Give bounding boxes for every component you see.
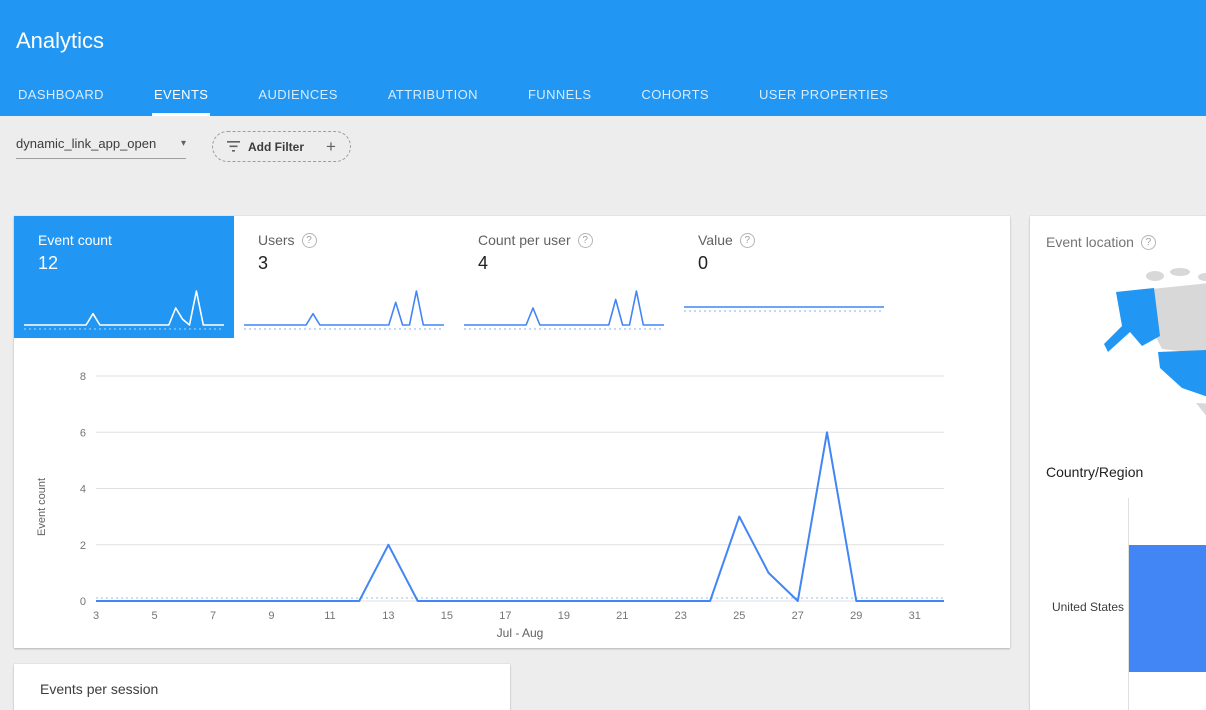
tab-cohorts[interactable]: COHORTS xyxy=(639,74,711,116)
svg-text:2: 2 xyxy=(80,540,86,552)
y-axis-label: Event count xyxy=(36,478,48,536)
svg-text:8: 8 xyxy=(80,371,86,383)
count-per-user-sparkline xyxy=(462,285,666,333)
analytics-screen: Analytics DASHBOARD EVENTS AUDIENCES ATT… xyxy=(0,0,1206,710)
event-selector-dropdown[interactable]: dynamic_link_app_open ▾ xyxy=(16,136,186,159)
metric-tile-count-per-user[interactable]: Count per user ? 4 xyxy=(454,216,674,338)
filter-icon xyxy=(227,141,240,152)
tab-dashboard[interactable]: DASHBOARD xyxy=(16,74,106,116)
dropdown-caret-icon: ▾ xyxy=(181,138,186,149)
plus-icon: + xyxy=(326,137,336,157)
metric-value: 4 xyxy=(478,253,650,274)
svg-text:6: 6 xyxy=(80,427,86,439)
help-icon[interactable]: ? xyxy=(302,233,317,248)
metric-label: Users xyxy=(258,232,295,248)
metric-value: 0 xyxy=(698,253,870,274)
tab-bar: DASHBOARD EVENTS AUDIENCES ATTRIBUTION F… xyxy=(16,74,936,116)
metric-tile-event-count[interactable]: Event count 12 xyxy=(14,216,234,338)
add-filter-button[interactable]: Add Filter + xyxy=(212,131,351,162)
events-per-session-card: Events per session xyxy=(14,664,510,710)
value-sparkline xyxy=(682,285,886,333)
metric-value: 12 xyxy=(38,253,210,274)
svg-text:13: 13 xyxy=(382,610,394,622)
svg-text:25: 25 xyxy=(733,610,745,622)
tab-events[interactable]: EVENTS xyxy=(152,74,210,116)
tab-attribution[interactable]: ATTRIBUTION xyxy=(386,74,480,116)
country-region-heading: Country/Region xyxy=(1046,464,1143,480)
help-icon[interactable]: ? xyxy=(1141,235,1156,250)
svg-text:7: 7 xyxy=(210,610,216,622)
help-icon[interactable]: ? xyxy=(740,233,755,248)
svg-text:9: 9 xyxy=(268,610,274,622)
svg-text:5: 5 xyxy=(151,610,157,622)
svg-text:17: 17 xyxy=(499,610,511,622)
svg-text:0: 0 xyxy=(80,596,86,608)
metric-label: Event count xyxy=(38,232,112,248)
svg-text:19: 19 xyxy=(558,610,570,622)
add-filter-label: Add Filter xyxy=(248,140,304,154)
united-states-bar[interactable] xyxy=(1129,545,1206,672)
metric-value: 3 xyxy=(258,253,430,274)
event-count-line-chart: 0 2 4 6 8 3 5 7 9 11 13 15 17 19 21 23 25 27 29 31 Jul - Aug xyxy=(54,356,974,641)
event-location-title: Event location xyxy=(1046,234,1134,250)
metric-tile-value[interactable]: Value ? 0 xyxy=(674,216,894,338)
tab-funnels[interactable]: FUNNELS xyxy=(526,74,593,116)
event-selector-value: dynamic_link_app_open xyxy=(16,136,156,151)
united-states-label: United States xyxy=(1036,600,1124,614)
events-per-session-title: Events per session xyxy=(40,681,158,697)
svg-text:Jul - Aug: Jul - Aug xyxy=(497,626,544,640)
map-mexico-shape xyxy=(1196,403,1206,436)
metric-tile-users[interactable]: Users ? 3 xyxy=(234,216,454,338)
svg-text:31: 31 xyxy=(909,610,921,622)
event-location-card: Event location ? Country/Region United S… xyxy=(1030,216,1206,710)
world-map xyxy=(1100,262,1206,452)
metric-tiles: Event count 12 Users ? 3 Count per user … xyxy=(14,216,894,338)
svg-text:29: 29 xyxy=(850,610,862,622)
events-metrics-card: Event count 12 Users ? 3 Count per user … xyxy=(14,216,1010,648)
svg-text:15: 15 xyxy=(441,610,453,622)
svg-text:23: 23 xyxy=(675,610,687,622)
map-united-states-shape xyxy=(1158,346,1206,403)
users-sparkline xyxy=(242,285,446,333)
help-icon[interactable]: ? xyxy=(578,233,593,248)
svg-text:4: 4 xyxy=(80,484,86,496)
metric-label: Value xyxy=(698,232,733,248)
svg-text:21: 21 xyxy=(616,610,628,622)
svg-text:3: 3 xyxy=(93,610,99,622)
metric-label: Count per user xyxy=(478,232,571,248)
map-alaska-shape xyxy=(1104,288,1160,352)
tab-user-properties[interactable]: USER PROPERTIES xyxy=(757,74,890,116)
tab-audiences[interactable]: AUDIENCES xyxy=(256,74,339,116)
svg-text:27: 27 xyxy=(792,610,804,622)
event-count-sparkline xyxy=(22,285,226,333)
page-title: Analytics xyxy=(16,28,104,54)
svg-text:11: 11 xyxy=(324,610,335,622)
app-header: Analytics DASHBOARD EVENTS AUDIENCES ATT… xyxy=(0,0,1206,116)
